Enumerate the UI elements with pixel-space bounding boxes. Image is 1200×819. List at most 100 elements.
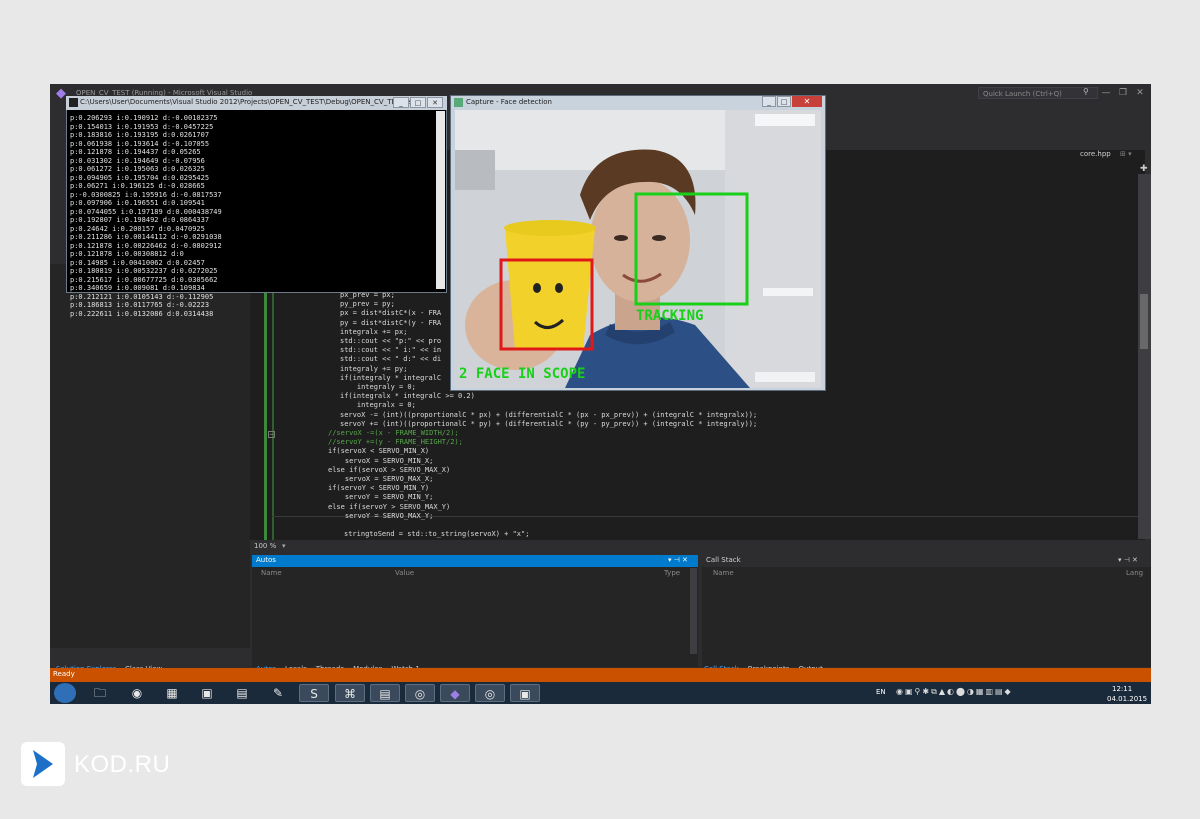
console-line: p:0.121878 i:0.194437 d:0.05265 xyxy=(70,148,201,156)
console-line: p:0.180819 i:0.00532237 d:0.0272025 xyxy=(70,267,218,275)
console-maximize-icon[interactable]: □ xyxy=(410,97,426,108)
code-line: integralx = 0; xyxy=(340,401,416,410)
clock-time[interactable]: 12:11 xyxy=(1112,685,1132,693)
kod-logo xyxy=(21,742,65,786)
tray-language[interactable]: EN xyxy=(876,688,886,696)
camera-icon[interactable]: ◎ xyxy=(405,684,435,702)
console-line: p:0.222611 i:0.0132086 d:0.0314438 xyxy=(70,309,214,318)
autos-pin-icon[interactable]: ▾ ⊣ ✕ xyxy=(668,556,688,564)
console-line: p:0.340659 i:0.009081 d:0.109834 xyxy=(70,284,205,292)
autos-col-name[interactable]: Name xyxy=(261,569,282,577)
status-text: Ready xyxy=(53,670,75,678)
autos-col-value[interactable]: Value xyxy=(395,569,414,577)
capture-close-icon[interactable]: ✕ xyxy=(792,96,822,107)
split-editor-icon[interactable]: ✚ xyxy=(1140,164,1148,174)
code-line: servoX = SERVO_MIN_X; xyxy=(328,456,434,465)
capture-app-icon xyxy=(454,98,463,107)
document-icon[interactable]: ▤ xyxy=(370,684,400,702)
code-line: //servoY +=(y - FRAME_HEIGHT/2); xyxy=(328,438,463,447)
console-line: p:0.14985 i:0.00410062 d:0.02457 xyxy=(70,258,205,267)
change-tracking-bar xyxy=(264,284,267,540)
code-line: //servoX -=(x - FRAME_WIDTH/2); xyxy=(328,429,459,438)
zoom-level[interactable]: 100 % xyxy=(254,542,276,550)
console-title: C:\Users\User\Documents\Visual Studio 20… xyxy=(80,98,419,106)
console-line: p:0.183816 i:0.193195 d:0.0261707 xyxy=(70,131,210,139)
console-line: p:0.211286 i:0.00144112 d:-0.0291038 xyxy=(70,233,222,241)
tracking-label: TRACKING xyxy=(636,308,704,324)
calculator-icon[interactable]: ▦ xyxy=(157,684,187,702)
capture-title: Capture - Face detection xyxy=(466,98,552,106)
autos-title-bar xyxy=(252,555,698,567)
code-line: else if(servoY > SERVO_MAX_Y) xyxy=(328,502,451,511)
callstack-title-bar xyxy=(702,555,1151,567)
capture-minimize-icon[interactable]: _ xyxy=(762,96,776,107)
callstack-col-lang[interactable]: Lang xyxy=(1126,569,1143,577)
autos-title: Autos xyxy=(256,556,276,564)
brand-name: KOD.RU xyxy=(74,751,171,778)
code-line: servoY = SERVO_MIN_Y; xyxy=(328,493,434,502)
code-line: else if(servoX > SERVO_MAX_X) xyxy=(328,465,451,474)
console-minimize-icon[interactable]: _ xyxy=(393,97,409,108)
autos-pane xyxy=(252,555,698,667)
editor-scroll-thumb[interactable] xyxy=(1140,294,1148,349)
status-bar xyxy=(50,668,1151,682)
explorer-icon[interactable]: 🗀 xyxy=(85,684,115,702)
tab-core-hpp[interactable]: core.hpp xyxy=(1080,150,1111,158)
media-icon[interactable]: ▤ xyxy=(227,684,257,702)
code-line: if(integralx * integralC >= 0.2) xyxy=(340,392,475,401)
editor-scrollbar[interactable] xyxy=(1138,174,1151,539)
minimize-icon[interactable]: — xyxy=(1099,87,1113,99)
quick-launch-input[interactable]: Quick Launch (Ctrl+Q) xyxy=(978,87,1098,99)
clock-date[interactable]: 04.01.2015 xyxy=(1107,695,1147,703)
console-line: p:0.0744055 i:0.197189 d:0.000438749 xyxy=(70,207,222,216)
zoom-dropdown-icon[interactable]: ▾ xyxy=(282,542,286,550)
console-line: p:0.061938 i:0.193614 d:-0.107055 xyxy=(70,139,210,148)
kod-logo-icon xyxy=(33,750,53,778)
tray-icons[interactable]: ◉▣⚲✱⧉▲◐⬤◑▦▥▤◆ xyxy=(896,687,1013,697)
code-line: servoY += (int)((proportionalC * py) + (… xyxy=(340,419,758,428)
code-line: if(servoX < SERVO_MIN_X) xyxy=(328,447,430,456)
console-line: p:0.215617 i:0.00677725 d:0.0305662 xyxy=(70,275,218,284)
collapse-icon[interactable]: − xyxy=(268,431,275,438)
console-line: p:0.24642 i:0.200157 d:0.0470925 xyxy=(70,224,205,233)
console-task-icon[interactable]: ▣ xyxy=(510,684,540,702)
console-line: p:0.186813 i:0.0117765 d:-0.02223 xyxy=(70,301,210,309)
console-line: p:0.192807 i:0.198492 d:0.0864337 xyxy=(70,216,210,224)
save-icon[interactable]: ▣ xyxy=(192,684,222,702)
search-icon[interactable]: ⚲ xyxy=(1083,87,1089,96)
close-icon[interactable]: ✕ xyxy=(1133,87,1147,99)
console-output: p:0.206293 i:0.190912 d:-0.00102375 p:0.1… xyxy=(70,114,222,318)
autos-scrollbar[interactable] xyxy=(690,568,697,654)
code-line: servoX = SERVO_MAX_X; xyxy=(328,475,434,484)
visual-studio-icon[interactable]: ◆ xyxy=(440,684,470,702)
code-line: stringtoSend = std::to_string(servoX) + … xyxy=(344,530,530,539)
console-scrollbar[interactable] xyxy=(436,111,445,289)
console-line: p:0.031302 i:0.194649 d:-0.07956 xyxy=(70,156,205,165)
console-app-icon xyxy=(69,98,78,107)
console-line: p:0.154013 i:0.191953 d:-0.0457225 xyxy=(70,122,214,131)
network-icon[interactable]: ⌘ xyxy=(335,684,365,702)
code-line: servoY = SERVO_MAX_Y; xyxy=(328,511,434,520)
restore-icon[interactable]: ❐ xyxy=(1116,87,1130,99)
console-line: p:0.121878 i:0.00226462 d:-0.0802912 xyxy=(70,241,222,250)
start-button[interactable] xyxy=(54,683,76,703)
callstack-col-name[interactable]: Name xyxy=(713,569,734,577)
console-close-icon[interactable]: ✕ xyxy=(427,97,443,108)
chrome-icon[interactable]: ◉ xyxy=(122,684,152,702)
callstack-title: Call Stack xyxy=(706,556,741,564)
camera-image xyxy=(455,110,821,388)
console-line: p:0.06271 i:0.196125 d:-0.028665 xyxy=(70,182,205,190)
sublime-icon[interactable]: S xyxy=(299,684,329,702)
tab-pin-icon[interactable]: ⊞ ▾ xyxy=(1120,150,1132,158)
callstack-pin-icon[interactable]: ▾ ⊣ ✕ xyxy=(1118,556,1138,564)
paint-icon[interactable]: ✎ xyxy=(263,684,293,702)
code-line: if(servoY < SERVO_MIN_Y) xyxy=(328,484,430,493)
callstack-pane xyxy=(702,555,1151,667)
console-line: p:0.212121 i:0.0105143 d:-0.112905 xyxy=(70,292,214,301)
console-line: p:0.094905 i:0.195704 d:0.0295425 xyxy=(70,173,210,182)
capture-maximize-icon[interactable]: □ xyxy=(777,96,791,107)
console-line: p:0.121878 i:0.00308812 d:0 xyxy=(70,250,184,258)
capture-task-icon[interactable]: ◎ xyxy=(475,684,505,702)
autos-col-type[interactable]: Type xyxy=(664,569,680,577)
